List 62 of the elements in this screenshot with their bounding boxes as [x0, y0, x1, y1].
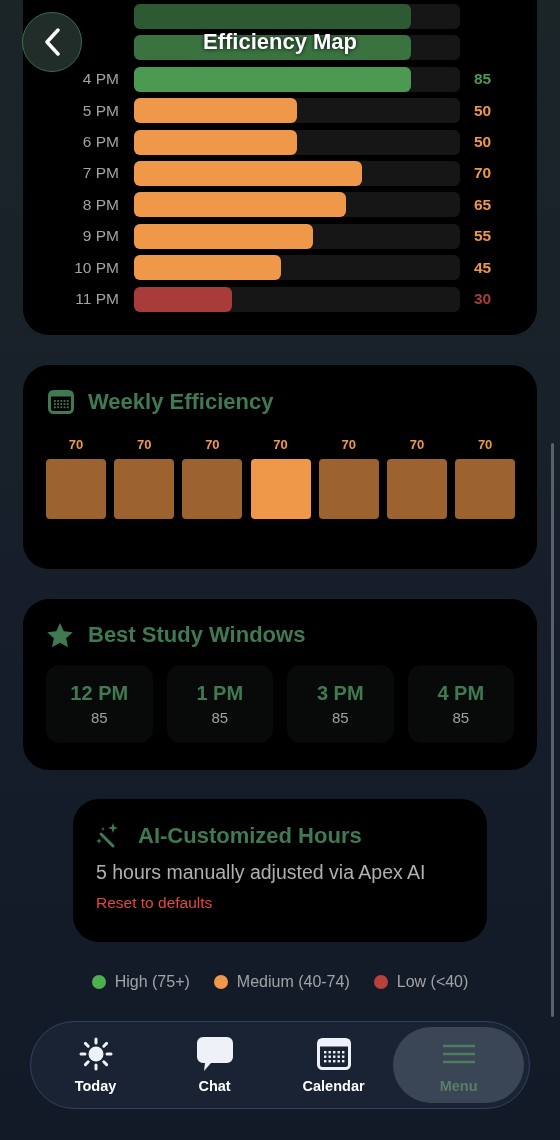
legend-label: Low (<40): [396, 972, 469, 991]
score-value: 55: [474, 227, 492, 246]
hour-label: 11 PM: [74, 290, 119, 308]
day-cell[interactable]: [250, 458, 311, 519]
day-cell[interactable]: [182, 458, 243, 519]
tab-item[interactable]: Calendar: [274, 1026, 394, 1103]
score-value: 30: [474, 290, 492, 308]
hour-label: 9 PM: [81, 227, 119, 246]
time-slot-tile[interactable]: 4 PM 85: [407, 664, 514, 743]
sun-icon: [77, 1035, 114, 1072]
card-title: Weekly Efficiency: [88, 388, 274, 415]
tab-item[interactable]: Chat: [155, 1026, 275, 1103]
slot-score: 85: [90, 708, 108, 726]
scrollbar[interactable]: [551, 443, 554, 1017]
hour-label: 7 PM: [81, 164, 119, 183]
day-cell[interactable]: [386, 458, 447, 519]
card-title: AI-Customized Hours: [138, 822, 362, 849]
slot-score: 85: [331, 708, 349, 726]
slot-time: 12 PM: [70, 681, 129, 705]
adjustment-note: 5 hours manually adjusted via Apex AI: [96, 860, 427, 884]
day-score: 70: [476, 436, 494, 452]
score-value: 65: [474, 195, 492, 214]
star-icon: [46, 621, 74, 649]
score-value: 85: [474, 70, 492, 89]
hour-label: 8 PM: [81, 195, 119, 214]
hour-label: 10 PM: [73, 258, 119, 277]
day-score: 70: [135, 436, 153, 452]
day-score: 70: [408, 436, 426, 452]
score-value: 45: [474, 258, 492, 277]
slot-time: 1 PM: [196, 681, 244, 705]
slot-score: 85: [211, 708, 229, 726]
day-score: 70: [204, 436, 221, 452]
calendar-icon: [48, 389, 74, 414]
chevron-left-icon: [44, 28, 60, 56]
chat-icon: [195, 1035, 234, 1072]
slot-time: 3 PM: [316, 681, 364, 705]
hour-label: 5 PM: [81, 101, 119, 120]
legend-label: Medium (40-74): [236, 972, 350, 991]
time-slot-tile[interactable]: 1 PM 85: [166, 664, 273, 743]
tab-item[interactable]: Today: [36, 1026, 156, 1103]
day-score: 70: [272, 436, 289, 452]
slot-time: 4 PM: [437, 681, 485, 705]
day-score: 70: [67, 436, 85, 452]
slot-score: 85: [452, 708, 470, 726]
hour-label: 4 PM: [81, 70, 119, 89]
day-score: 70: [340, 436, 357, 452]
menu-icon: [441, 1043, 476, 1064]
score-value: 50: [474, 101, 492, 120]
page-title: Efficiency Map: [203, 29, 357, 55]
day-cell[interactable]: [318, 458, 379, 519]
time-slot-tile[interactable]: 3 PM 85: [287, 664, 394, 743]
day-cell[interactable]: [455, 458, 516, 519]
day-cell[interactable]: [114, 458, 175, 519]
day-cell[interactable]: [46, 458, 106, 519]
hour-label: 6 PM: [81, 133, 119, 152]
score-value: 70: [474, 164, 492, 183]
reset-link[interactable]: Reset to defaults: [96, 893, 213, 912]
card-title: Best Study Windows: [88, 622, 306, 648]
calendar-icon: [316, 1037, 351, 1070]
legend-label: High (75+): [114, 972, 190, 991]
score-value: 50: [474, 133, 492, 152]
time-slot-tile[interactable]: 12 PM 85: [46, 664, 153, 743]
